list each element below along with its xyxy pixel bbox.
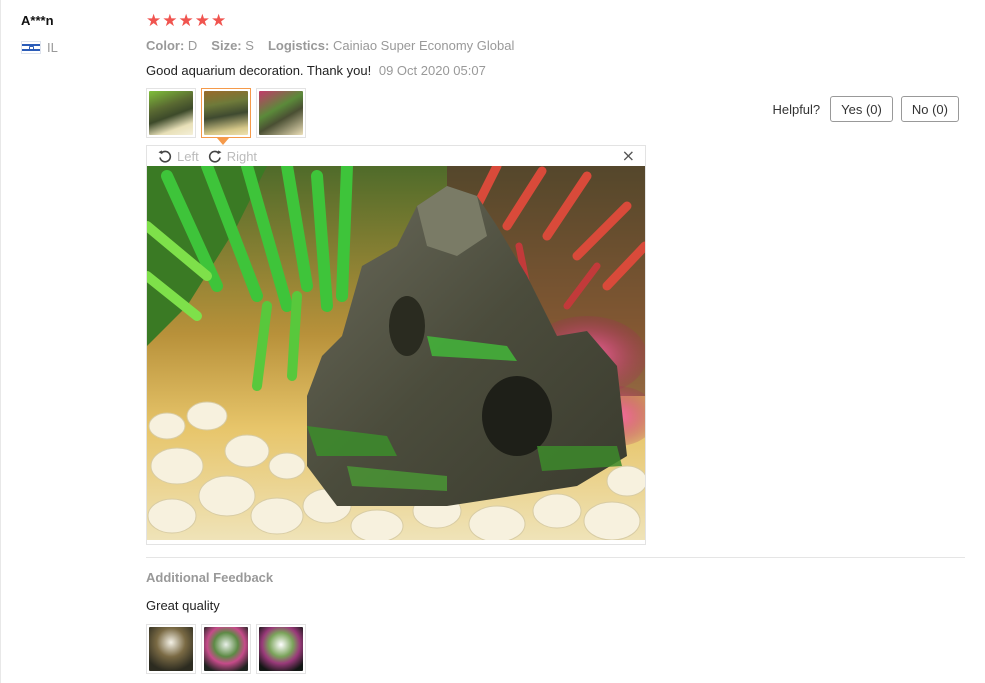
attribute-size: Size: S xyxy=(211,38,254,53)
additional-thumbnail[interactable] xyxy=(146,624,196,674)
review-thumbnail[interactable] xyxy=(146,88,196,138)
active-thumbnail-pointer xyxy=(217,138,229,145)
review-body: Good aquarium decoration. Thank you! xyxy=(146,63,372,78)
country-code: IL xyxy=(47,40,58,55)
close-icon[interactable]: × xyxy=(622,148,635,164)
section-divider xyxy=(146,557,965,558)
review-thumbnail[interactable] xyxy=(256,88,306,138)
rotate-right-label: Right xyxy=(226,148,258,164)
aquarium-photo xyxy=(259,627,303,671)
helpful-label: Helpful? xyxy=(772,101,821,117)
viewer-toolbar: Left Right × xyxy=(147,146,645,166)
attribute-color: Color: D xyxy=(146,38,198,53)
order-attributes: Color: D Size: S Logistics: Cainiao Supe… xyxy=(146,38,514,53)
rotate-left-icon xyxy=(158,150,172,163)
aquarium-ornament-image xyxy=(147,166,645,540)
star-icon: ★ xyxy=(146,11,162,31)
star-icon: ★ xyxy=(162,11,178,31)
reviewer-name: A***n xyxy=(21,13,54,28)
review-thumbnails xyxy=(146,88,306,138)
aquarium-photo xyxy=(204,627,248,671)
review-date: 09 Oct 2020 05:07 xyxy=(378,63,486,78)
left-border xyxy=(0,0,1,683)
review-thumbnail-active[interactable] xyxy=(201,88,251,138)
additional-feedback-text: Great quality xyxy=(146,598,220,613)
star-icon: ★ xyxy=(194,11,210,31)
aquarium-photo xyxy=(204,91,248,135)
image-viewer: Left Right × xyxy=(146,145,646,545)
israel-flag-icon xyxy=(21,41,41,54)
additional-feedback-title: Additional Feedback xyxy=(146,570,274,585)
additional-thumbnail[interactable] xyxy=(201,624,251,674)
helpful-yes-button[interactable]: Yes (0) xyxy=(830,96,893,122)
star-icon: ★ xyxy=(211,11,227,31)
reviewer-country: IL xyxy=(21,40,58,55)
helpful-no-button[interactable]: No (0) xyxy=(900,96,959,122)
rating-stars: ★ ★ ★ ★ ★ xyxy=(146,13,226,30)
rotate-left-label: Left xyxy=(177,148,199,164)
aquarium-ornament-photo xyxy=(147,166,645,540)
rotate-right-button[interactable]: Right xyxy=(207,148,257,164)
aquarium-photo xyxy=(149,91,193,135)
aquarium-photo xyxy=(259,91,303,135)
additional-thumbnails xyxy=(146,624,306,674)
additional-thumbnail[interactable] xyxy=(256,624,306,674)
helpful-voting: Helpful? Yes (0) No (0) xyxy=(772,96,959,122)
attribute-logistics: Logistics: Cainiao Super Economy Global xyxy=(267,38,515,53)
rotate-right-icon xyxy=(208,150,222,163)
aquarium-photo xyxy=(149,627,193,671)
rotate-left-button[interactable]: Left xyxy=(157,148,199,164)
star-icon: ★ xyxy=(178,11,194,31)
review-text: Good aquarium decoration. Thank you! 09 … xyxy=(146,63,486,78)
